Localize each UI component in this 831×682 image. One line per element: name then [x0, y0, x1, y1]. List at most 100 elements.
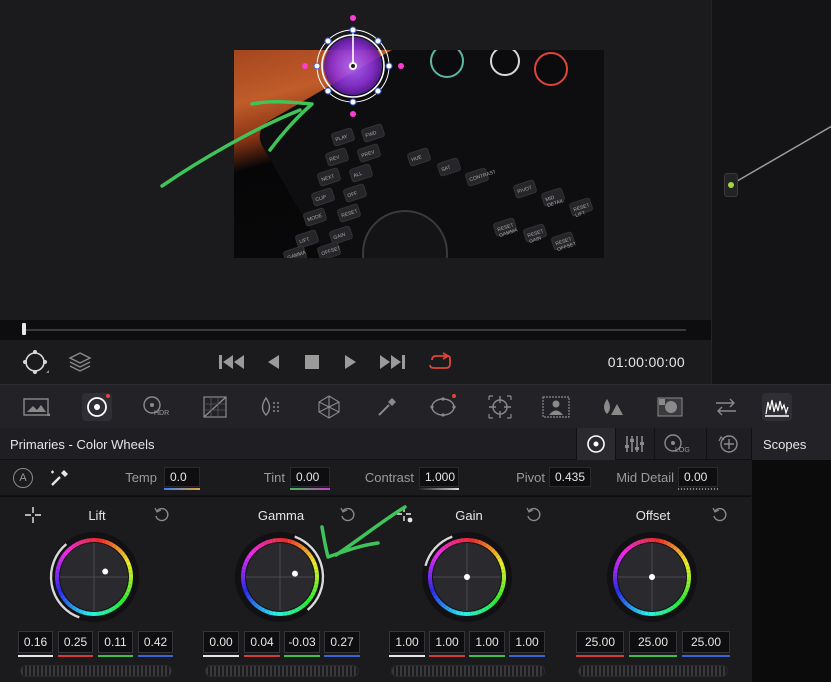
magic-mask-icon[interactable]: [541, 393, 571, 421]
gamma-g-value[interactable]: -0.03: [284, 631, 320, 653]
gain-y-line: [389, 655, 425, 657]
hue-ring-segment: [652, 538, 657, 543]
hue-ring-segment: [275, 538, 280, 543]
gain-g-value[interactable]: 1.00: [469, 631, 505, 653]
hue-ring-segment: [89, 538, 94, 543]
gain-reset-icon[interactable]: [524, 505, 544, 525]
skip-to-end-icon[interactable]: [376, 350, 408, 374]
contrast-field[interactable]: 1.000: [419, 467, 459, 487]
lift-b-line: [138, 655, 173, 657]
layers-icon[interactable]: [66, 348, 94, 376]
hue-ring-segment: [94, 611, 99, 616]
bars-mode-icon[interactable]: [615, 428, 654, 460]
gamma-wheel[interactable]: [234, 531, 326, 623]
contrast-gradient: [419, 488, 459, 490]
qualifier-icon[interactable]: [372, 393, 402, 421]
offset-b-line: [682, 655, 730, 657]
gamma-reset-icon[interactable]: [338, 505, 358, 525]
hue-ring-segment: [613, 572, 618, 577]
lift-r-value[interactable]: 0.25: [58, 631, 93, 653]
stop-icon[interactable]: [300, 350, 324, 374]
hdr-label: HDR: [154, 410, 170, 417]
annotation-arrow-viewer: [160, 99, 314, 188]
hue-ring-segment: [501, 572, 506, 577]
hue-ring-segment: [647, 538, 652, 543]
scopes-header[interactable]: Scopes: [751, 428, 831, 460]
gain-wheel[interactable]: [421, 531, 513, 623]
rgb-mixer-icon[interactable]: [200, 393, 230, 421]
hdr-icon[interactable]: HDR: [140, 393, 170, 421]
offset-master-wheel[interactable]: [578, 665, 728, 677]
gamma-y-value[interactable]: 0.00: [203, 631, 239, 653]
color-wheels-title: Primaries - Color Wheels: [10, 437, 155, 452]
gain-master-wheel[interactable]: [391, 665, 545, 677]
hue-ring-segment: [128, 572, 133, 577]
lift-g-value[interactable]: 0.11: [98, 631, 133, 653]
temp-field[interactable]: 0.0: [164, 467, 200, 487]
primary-adjustments-row: A Temp 0.0 Tint 0.00 Contrast 1.000 Pivo…: [0, 460, 751, 496]
hue-ring-segment: [652, 611, 657, 616]
lift-picker-icon[interactable]: [24, 506, 42, 524]
loop-icon[interactable]: [426, 350, 454, 374]
offset-reset-icon[interactable]: [710, 505, 730, 525]
gamma-b-value[interactable]: 0.27: [324, 631, 360, 653]
wheels-mode-icon[interactable]: [576, 428, 615, 460]
scopes-panel: [751, 460, 831, 682]
gain-b-value[interactable]: 1.00: [509, 631, 545, 653]
lift-b-value[interactable]: 0.42: [138, 631, 173, 653]
hue-ring-segment: [647, 611, 652, 616]
scopes-icon[interactable]: [762, 393, 792, 421]
color-warper-icon[interactable]: [314, 393, 344, 421]
gain-picker-icon[interactable]: [396, 506, 414, 524]
tint-field[interactable]: 0.00: [290, 467, 330, 487]
lift-master-wheel[interactable]: [20, 665, 172, 677]
pivot-field[interactable]: 0.435: [549, 467, 591, 487]
node-editor[interactable]: [711, 0, 831, 384]
node-input-icon[interactable]: [724, 173, 738, 197]
viewer-mode-icon[interactable]: [20, 348, 50, 376]
hue-ring-segment: [613, 577, 618, 582]
skip-to-start-icon[interactable]: [216, 350, 248, 374]
contrast-label: Contrast: [364, 470, 414, 485]
viewer: PLAY FWD REV PREV NEXT ALL CLIP OFF MODE RESET LIF…: [0, 0, 711, 320]
power-window-icon[interactable]: [428, 393, 458, 421]
play-icon[interactable]: [340, 350, 362, 374]
wheel-handle-dot[interactable]: [649, 574, 655, 580]
timeline-scrubber[interactable]: [22, 329, 686, 331]
motion-effects-icon[interactable]: [255, 393, 285, 421]
scopes-title: Scopes: [763, 437, 807, 452]
playhead[interactable]: [22, 323, 26, 335]
gamma-r-line: [244, 655, 280, 657]
wheel-handle-dot[interactable]: [291, 570, 298, 577]
lift-reset-icon[interactable]: [152, 505, 172, 525]
color-wheels-icon[interactable]: [82, 393, 112, 421]
offset-g-value[interactable]: 25.00: [629, 631, 677, 653]
palette-toolbar: HDR: [0, 384, 831, 428]
reset-all-icon[interactable]: [706, 428, 751, 460]
tracker-icon[interactable]: [485, 393, 515, 421]
key-icon[interactable]: [655, 393, 685, 421]
color-wheels-header: Primaries - Color Wheels LOG: [0, 428, 751, 460]
gamma-master-wheel[interactable]: [205, 665, 359, 677]
play-reverse-icon[interactable]: [262, 350, 284, 374]
picker-icon[interactable]: [48, 468, 70, 488]
gain-r-value[interactable]: 1.00: [429, 631, 465, 653]
offset-b-value[interactable]: 25.00: [682, 631, 730, 653]
mid-detail-field[interactable]: 0.00: [678, 467, 718, 487]
wheel-handle-dot[interactable]: [464, 574, 470, 580]
sizing-icon[interactable]: [711, 393, 741, 421]
offset-wheel[interactable]: [606, 531, 698, 623]
offset-r-value[interactable]: 25.00: [576, 631, 624, 653]
gain-y-value[interactable]: 1.00: [389, 631, 425, 653]
log-mode-icon[interactable]: LOG: [654, 428, 693, 460]
gain-g-line: [469, 655, 505, 657]
gamma-r-value[interactable]: 0.04: [244, 631, 280, 653]
auto-balance-icon[interactable]: A: [13, 468, 33, 488]
hue-ring-segment: [467, 611, 472, 616]
lift-wheel[interactable]: [48, 531, 140, 623]
blur-icon[interactable]: [597, 393, 627, 421]
gallery-icon[interactable]: [22, 393, 52, 421]
lift-y-value[interactable]: 0.16: [18, 631, 53, 653]
hue-ring-segment: [94, 538, 99, 543]
wheel-handle-dot[interactable]: [102, 568, 109, 575]
